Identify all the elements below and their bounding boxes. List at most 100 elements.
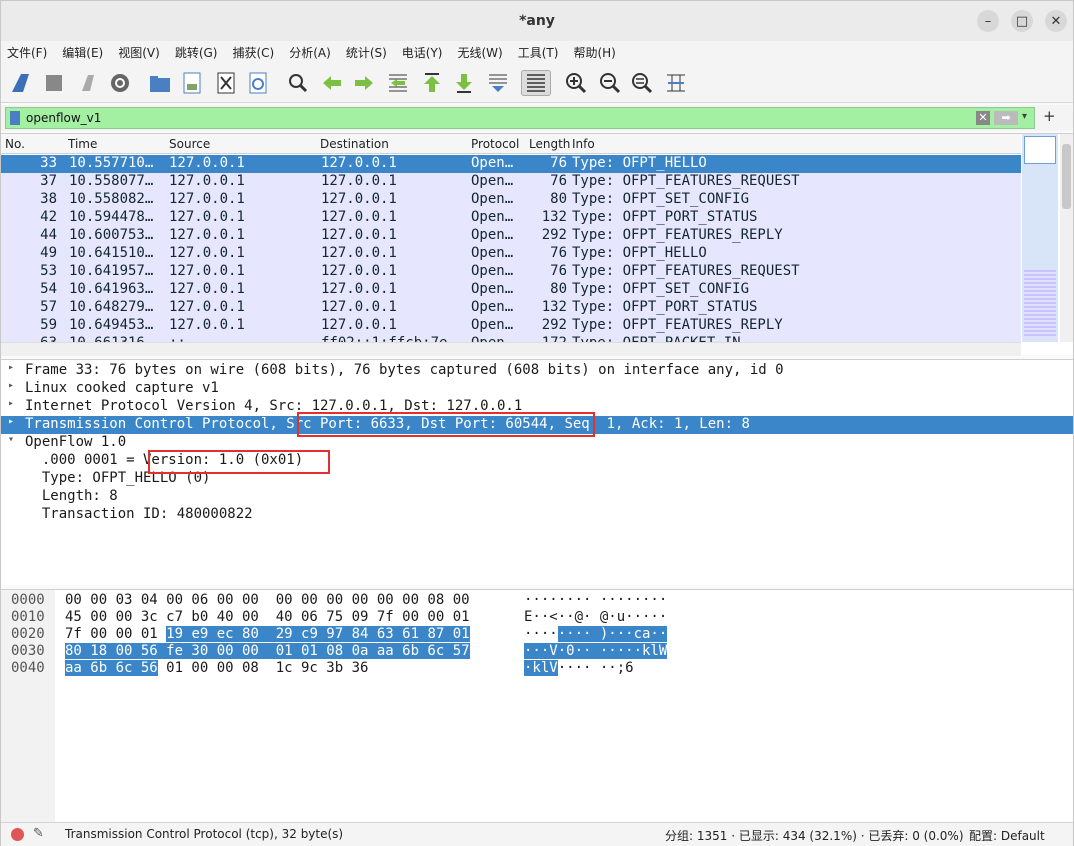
apply-filter-icon[interactable]: ➡ — [994, 111, 1018, 125]
menu-go[interactable]: 跳转(G) — [175, 44, 218, 61]
col-time[interactable]: Time — [68, 137, 97, 151]
packet-list-vertical-scrollbar[interactable] — [1060, 134, 1073, 342]
restart-capture-icon[interactable] — [75, 70, 101, 96]
hex-ascii[interactable]: ·klV···· ··;6 — [524, 660, 634, 677]
reload-file-icon[interactable] — [245, 70, 271, 96]
start-capture-icon[interactable] — [7, 70, 33, 96]
filter-text[interactable]: openflow_v1 — [26, 111, 101, 125]
hex-ascii-selected: ···· )···ca·· — [557, 626, 668, 642]
hex-bytes[interactable]: 45 00 00 3c c7 b0 40 00 40 06 75 09 7f 0… — [65, 609, 470, 626]
detail-text: Length: 8 — [25, 488, 118, 504]
close-file-icon[interactable] — [213, 70, 239, 96]
display-filter-input[interactable]: openflow_v1 ✕ ➡ ▾ — [5, 107, 1035, 129]
capture-comment-icon[interactable]: ✎ — [33, 826, 44, 841]
collapsed-arrow-icon[interactable]: ▸ — [8, 416, 14, 427]
auto-scroll-icon[interactable] — [485, 70, 511, 96]
packet-cell-proto: Open… — [471, 317, 514, 333]
hex-bytes-text: 45 00 00 3c c7 b0 40 00 40 06 75 09 7f 0… — [65, 609, 470, 625]
packet-cell-src: 127.0.0.1 — [169, 281, 245, 297]
packet-cell-len: 80 — [550, 191, 567, 207]
detail-tree-item[interactable]: Transaction ID: 480000822 — [1, 506, 1073, 524]
packet-cell-len: 292 — [541, 227, 567, 243]
detail-tree-item[interactable]: Length: 8 — [1, 488, 1073, 506]
menu-file[interactable]: 文件(F) — [7, 44, 47, 61]
hex-ascii[interactable]: E··<··@· @·u····· — [524, 609, 667, 626]
colorize-icon[interactable] — [521, 70, 551, 96]
packet-cell-proto: Open… — [471, 173, 514, 189]
resize-columns-icon[interactable] — [663, 70, 689, 96]
go-to-packet-icon[interactable] — [385, 70, 411, 96]
minimize-button[interactable]: – — [977, 10, 999, 32]
status-profile[interactable]: 配置: Default — [969, 827, 1045, 844]
packet-cell-no: 49 — [40, 245, 57, 261]
find-packet-icon[interactable] — [285, 70, 311, 96]
zoom-out-icon[interactable] — [597, 70, 623, 96]
hex-ascii[interactable]: ···V·0·· ·····klW — [524, 643, 668, 660]
packet-list-horizontal-scrollbar[interactable] — [1, 342, 1021, 356]
filter-history-dropdown-icon[interactable]: ▾ — [1022, 111, 1027, 122]
hex-ascii[interactable]: ········ ········ — [524, 592, 667, 609]
packet-minimap[interactable] — [1022, 134, 1058, 342]
packet-cell-len: 292 — [541, 317, 567, 333]
hex-bytes[interactable]: 80 18 00 56 fe 30 00 00 01 01 08 0a aa 6… — [65, 643, 470, 660]
packet-cell-dst: 127.0.0.1 — [321, 317, 397, 333]
zoom-in-icon[interactable] — [563, 70, 589, 96]
open-file-icon[interactable] — [147, 70, 173, 96]
menu-wireless[interactable]: 无线(W) — [458, 44, 503, 61]
stop-capture-icon[interactable] — [41, 70, 67, 96]
hex-bytes[interactable]: 7f 00 00 01 19 e9 ec 80 29 c9 97 84 63 6… — [65, 626, 470, 643]
col-no[interactable]: No. — [5, 137, 25, 151]
collapsed-arrow-icon[interactable]: ▸ — [8, 362, 14, 373]
clear-filter-icon[interactable]: ✕ — [976, 111, 990, 125]
packet-cell-src: 127.0.0.1 — [169, 209, 245, 225]
detail-tree-item[interactable]: ▸ Linux cooked capture v1 — [1, 380, 1073, 398]
col-protocol[interactable]: Protocol — [471, 137, 519, 151]
collapsed-arrow-icon[interactable]: ▸ — [8, 380, 14, 391]
packet-row[interactable]: 49 10.641510… 127.0.0.1 127.0.0.1 Open… 76 Typ… — [1, 245, 1021, 263]
highlight-box-version — [148, 450, 330, 474]
normal-size-icon[interactable] — [629, 70, 655, 96]
hex-bytes[interactable]: 00 00 03 04 00 06 00 00 00 00 00 00 00 0… — [65, 592, 470, 609]
packet-row[interactable]: 54 10.641963… 127.0.0.1 127.0.0.1 Open… 80 Typ… — [1, 281, 1021, 299]
menu-tools[interactable]: 工具(T) — [518, 44, 559, 61]
hex-ascii[interactable]: ········ )···ca·· — [524, 626, 668, 643]
packet-row[interactable]: 33 10.557710… 127.0.0.1 127.0.0.1 Open… 76 Typ… — [1, 155, 1021, 173]
packet-row[interactable]: 57 10.648279… 127.0.0.1 127.0.0.1 Open… 132 Ty… — [1, 299, 1021, 317]
expanded-arrow-icon[interactable]: ▾ — [8, 434, 14, 445]
status-field-info: Transmission Control Protocol (tcp), 32 … — [65, 827, 344, 841]
go-forward-icon[interactable] — [351, 70, 377, 96]
detail-tree-item[interactable]: ▸ Frame 33: 76 bytes on wire (608 bits), … — [1, 362, 1073, 380]
save-file-icon[interactable] — [179, 70, 205, 96]
menu-statistics[interactable]: 统计(S) — [346, 44, 387, 61]
menu-analyze[interactable]: 分析(A) — [289, 44, 331, 61]
packet-row[interactable]: 44 10.600753… 127.0.0.1 127.0.0.1 Open… 292 Ty… — [1, 227, 1021, 245]
go-back-icon[interactable] — [319, 70, 345, 96]
bookmark-icon[interactable] — [10, 111, 20, 125]
packet-row[interactable]: 38 10.558082… 127.0.0.1 127.0.0.1 Open… 80 Typ… — [1, 191, 1021, 209]
packet-row[interactable]: 53 10.641957… 127.0.0.1 127.0.0.1 Open… 76 Typ… — [1, 263, 1021, 281]
capture-options-icon[interactable] — [107, 70, 133, 96]
add-filter-button-icon[interactable]: + — [1043, 107, 1056, 125]
maximize-button[interactable]: □ — [1011, 10, 1033, 32]
menu-view[interactable]: 视图(V) — [118, 44, 160, 61]
menu-telephony[interactable]: 电话(Y) — [402, 44, 443, 61]
first-packet-icon[interactable] — [419, 70, 445, 96]
col-length[interactable]: Length — [529, 137, 570, 151]
menu-edit[interactable]: 编辑(E) — [62, 44, 103, 61]
menu-capture[interactable]: 捕获(C) — [232, 44, 274, 61]
last-packet-icon[interactable] — [451, 70, 477, 96]
col-source[interactable]: Source — [169, 137, 210, 151]
hex-ascii-text: E··<··@· @·u····· — [524, 609, 668, 625]
col-destination[interactable]: Destination — [320, 137, 389, 151]
packet-cell-info: Type: OFPT_FEATURES_REPLY — [572, 317, 783, 333]
collapsed-arrow-icon[interactable]: ▸ — [8, 398, 14, 409]
packet-cell-info: Type: OFPT_SET_CONFIG — [572, 281, 750, 297]
menu-help[interactable]: 帮助(H) — [573, 44, 615, 61]
packet-row[interactable]: 37 10.558077… 127.0.0.1 127.0.0.1 Open… 76 Typ… — [1, 173, 1021, 191]
hex-bytes[interactable]: aa 6b 6c 56 01 00 00 08 1c 9c 3b 36 — [65, 660, 368, 677]
packet-row[interactable]: 59 10.649453… 127.0.0.1 127.0.0.1 Open… 292 Ty… — [1, 317, 1021, 335]
expert-info-icon[interactable] — [11, 828, 24, 841]
col-info[interactable]: Info — [572, 137, 595, 151]
packet-row[interactable]: 42 10.594478… 127.0.0.1 127.0.0.1 Open… 132 Ty… — [1, 209, 1021, 227]
close-button[interactable]: ✕ — [1045, 10, 1067, 32]
